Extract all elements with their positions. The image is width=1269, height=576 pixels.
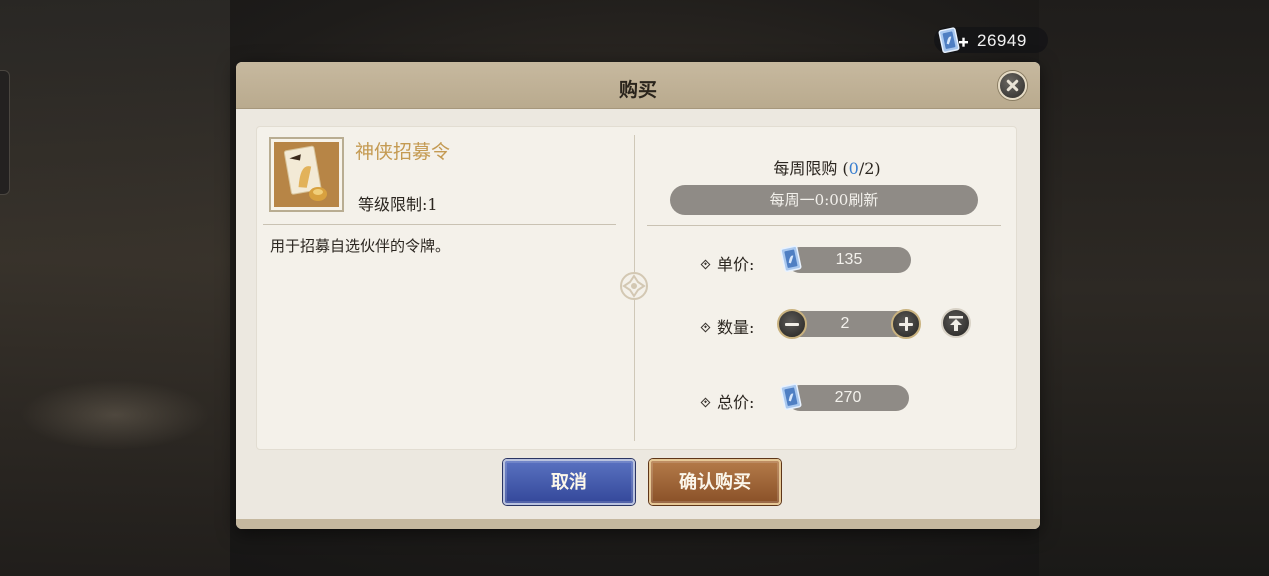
item-name: 神侠招募令 <box>355 141 451 163</box>
currency-display[interactable]: 26949 <box>934 27 1048 54</box>
refresh-info: 每周一0:00刷新 <box>670 185 978 215</box>
ornament-icon <box>617 269 651 307</box>
dialog-title: 购买 <box>618 79 657 101</box>
purchase-dialog: 购买 神侠招募令 等级限制:1 用于招募自选伙伴的令牌。 每周限购 (0/2) … <box>236 62 1040 529</box>
total-price-value: 270 <box>787 385 909 411</box>
weekly-limit-suffix: /2) <box>858 159 881 178</box>
currency-value: 26949 <box>977 31 1027 50</box>
background-left <box>0 0 230 576</box>
bullet-icon <box>700 397 711 408</box>
unit-price-label-text: 单价: <box>717 255 755 274</box>
bullet-icon <box>700 322 711 333</box>
quantity-label: 数量: <box>700 314 755 338</box>
unit-price-label: 单价: <box>700 251 755 275</box>
item-description: 用于招募自选伙伴的令牌。 <box>270 237 451 255</box>
weekly-limit-prefix: 每周限购 ( <box>773 159 849 178</box>
confirm-purchase-button[interactable]: 确认购买 <box>649 459 781 505</box>
side-panel-tab[interactable] <box>0 70 10 195</box>
weekly-limit-current: 0 <box>848 159 859 178</box>
total-price-label: 总价: <box>700 389 755 413</box>
divider <box>647 225 1001 226</box>
minus-icon <box>785 323 799 326</box>
item-icon-frame[interactable] <box>269 137 344 212</box>
bullet-icon <box>700 259 711 270</box>
max-quantity-button[interactable] <box>941 308 971 338</box>
plus-icon-vertical <box>904 317 908 331</box>
dialog-header: 购买 <box>236 62 1040 109</box>
background-glow <box>20 380 210 450</box>
increase-quantity-button[interactable] <box>891 309 921 339</box>
unit-price-value: 135 <box>787 247 911 273</box>
divider <box>263 224 616 225</box>
background-right <box>1039 0 1269 576</box>
decrease-quantity-button[interactable] <box>777 309 807 339</box>
quantity-value: 2 <box>840 315 850 332</box>
close-button[interactable] <box>998 71 1027 100</box>
dialog-footer-strip <box>236 519 1040 529</box>
recruit-ticket-icon <box>936 25 970 59</box>
recruit-ticket-icon <box>779 244 805 278</box>
cancel-button[interactable]: 取消 <box>503 459 635 505</box>
recruit-token-icon <box>274 142 339 207</box>
level-limit: 等级限制:1 <box>358 195 438 214</box>
max-arrow-icon <box>949 316 963 331</box>
recruit-ticket-icon <box>779 382 805 416</box>
weekly-limit: 每周限购 (0/2) <box>647 155 1007 179</box>
total-price-label-text: 总价: <box>717 393 755 412</box>
purchase-panel: 神侠招募令 等级限制:1 用于招募自选伙伴的令牌。 每周限购 (0/2) 每周一… <box>256 126 1017 450</box>
quantity-label-text: 数量: <box>717 318 755 337</box>
